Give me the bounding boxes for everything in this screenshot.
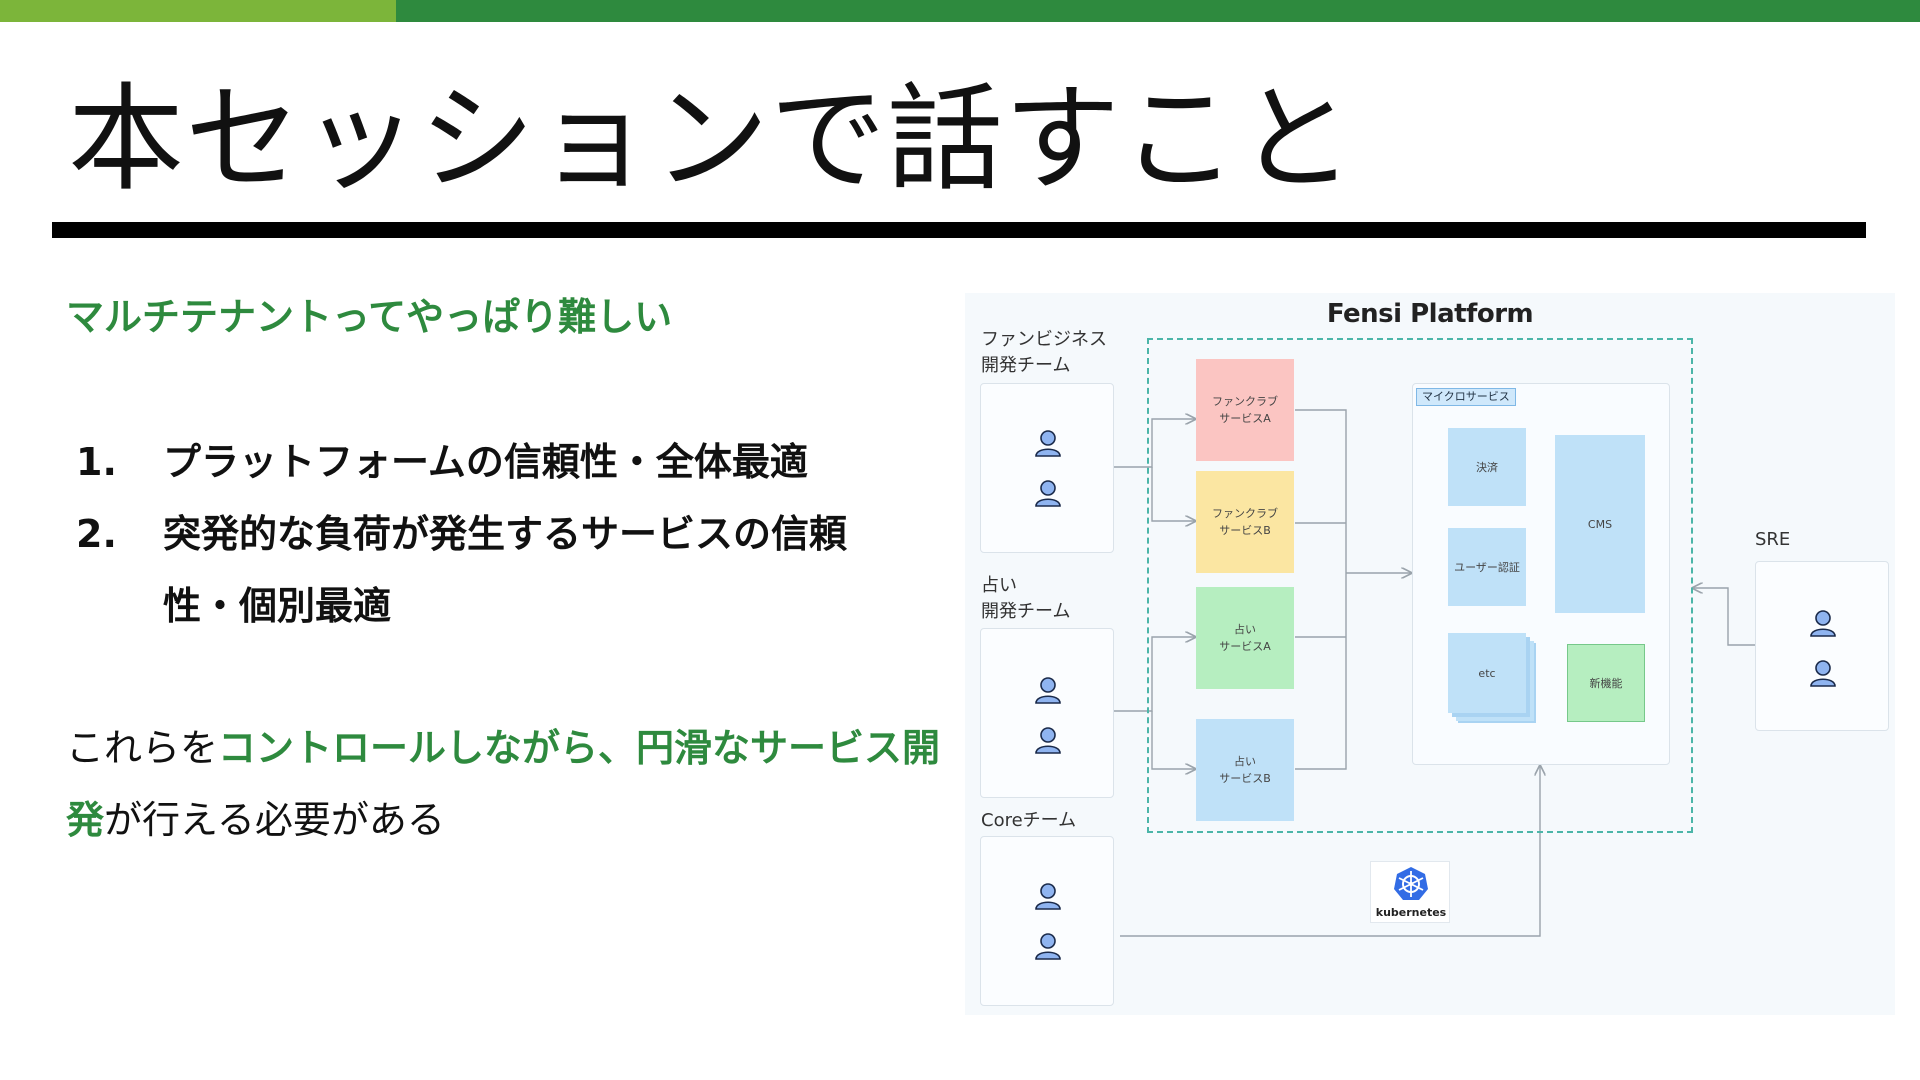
numbered-list: 1. プラットフォームの信頼性・全体最適 2. 突発的な負荷が発生するサービスの…	[76, 426, 936, 642]
user-icon	[1035, 430, 1061, 457]
conclusion-pre: これらを	[66, 726, 219, 770]
team-label: ファンビジネス 開発チーム	[981, 327, 1107, 379]
microservices-tag: マイクロサービス	[1416, 388, 1516, 406]
conclusion-post: が行える必要がある	[104, 798, 445, 842]
team-label-line1: ファンビジネス	[981, 329, 1107, 350]
user-icon	[1035, 933, 1061, 960]
microservice-auth: ユーザー認証	[1448, 528, 1526, 606]
team-label-line1: Coreチーム	[981, 810, 1077, 831]
team-label-line1: 占い	[981, 575, 1017, 596]
team-box-uranai	[980, 628, 1114, 798]
user-icon	[1035, 677, 1061, 704]
team-box-core	[980, 836, 1114, 1006]
microservice-etc: etc	[1448, 633, 1526, 713]
microservice-cms: CMS	[1555, 435, 1645, 613]
top-accent-bar-light	[0, 0, 396, 22]
microservice-new-feature: 新機能	[1567, 644, 1645, 722]
kubernetes-badge: kubernetes	[1370, 861, 1450, 923]
list-text: プラットフォームの信頼性・全体最適	[163, 440, 808, 484]
microservice-payment: 決済	[1448, 428, 1526, 506]
platform-title: Fensi Platform	[1326, 299, 1534, 329]
list-item: 1. プラットフォームの信頼性・全体最適	[76, 426, 936, 498]
team-label: Coreチーム	[981, 808, 1076, 834]
kubernetes-label: kubernetes	[1375, 906, 1447, 919]
user-icon	[1035, 480, 1061, 507]
title-divider	[52, 222, 1866, 238]
kubernetes-icon	[1394, 867, 1428, 900]
service-fanclub-b: ファンクラブ サービスB	[1196, 471, 1294, 573]
list-item: 2. 突発的な負荷が発生するサービスの信頼性・個別最適	[76, 498, 936, 642]
team-label: 占い 開発チーム	[981, 573, 1070, 625]
user-icon	[1035, 727, 1061, 754]
user-icon	[1035, 883, 1061, 910]
service-fanclub-a: ファンクラブ サービスA	[1196, 359, 1294, 461]
service-uranai-a: 占い サービスA	[1196, 587, 1294, 689]
sre-label: SRE	[1755, 529, 1791, 550]
user-icon	[1810, 610, 1836, 637]
conclusion-text: これらをコントロールしながら、円滑なサービス開発が行える必要がある	[66, 712, 946, 856]
list-number: 2.	[76, 512, 117, 556]
user-icon	[1810, 660, 1836, 687]
section-subtitle: マルチテナントってやっぱり難しい	[66, 295, 673, 339]
team-box-fan-business	[980, 383, 1114, 553]
team-label-line2: 開発チーム	[981, 601, 1071, 622]
list-number: 1.	[76, 440, 117, 484]
service-uranai-b: 占い サービスB	[1196, 719, 1294, 821]
list-text: 突発的な負荷が発生するサービスの信頼性・個別最適	[163, 512, 848, 628]
team-box-sre	[1755, 561, 1889, 731]
top-accent-bar-dark	[396, 0, 1920, 22]
page-title: 本セッションで話すこと	[68, 72, 1355, 207]
architecture-diagram: Fensi Platform ファンビジネス 開発チーム 占い 開発チーム Co…	[965, 293, 1895, 1015]
team-label-line2: 開発チーム	[981, 355, 1071, 376]
